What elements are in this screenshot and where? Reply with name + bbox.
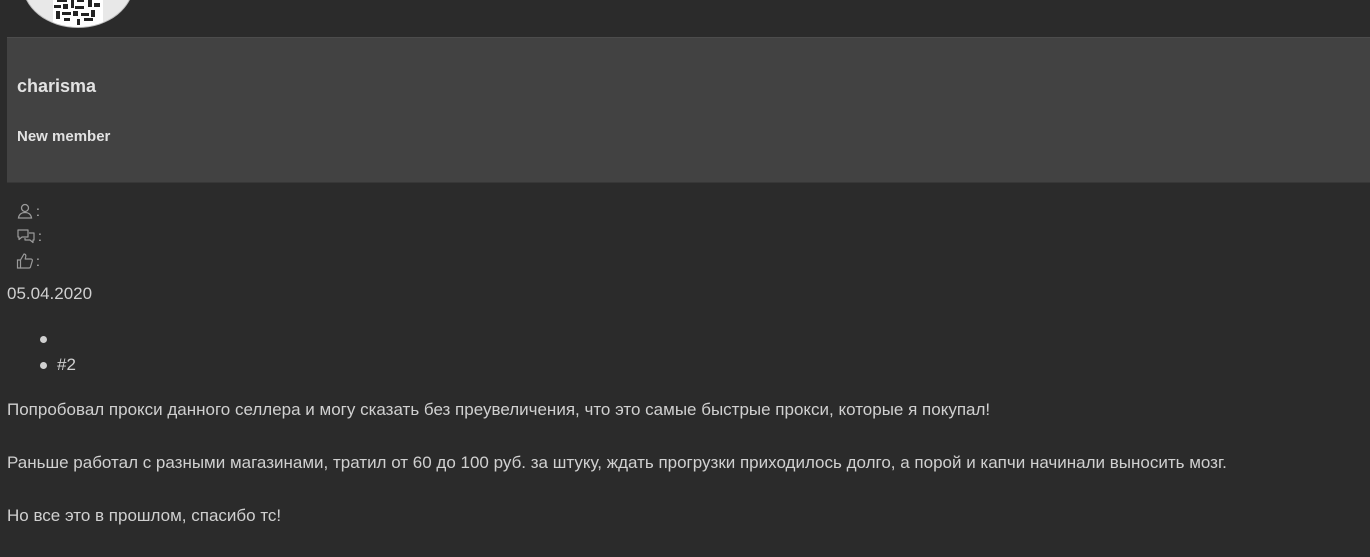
post-actions: #2 xyxy=(36,326,76,378)
post-permalink[interactable]: #2 xyxy=(36,352,76,378)
username[interactable]: charisma xyxy=(17,76,96,97)
post-action-share[interactable] xyxy=(36,326,76,352)
user-icon xyxy=(17,203,33,219)
stat-row-reactions: : xyxy=(16,248,42,273)
stat-label: : xyxy=(38,227,42,244)
stat-row-registration: : xyxy=(16,198,42,223)
post-body: Попробовал прокси данного селлера и могу… xyxy=(7,398,1362,557)
avatar-pattern xyxy=(53,0,103,27)
user-stats: : : : xyxy=(16,198,42,273)
post-paragraph: Но все это в прошлом, спасибо тс! xyxy=(7,506,282,525)
thumbs-up-icon xyxy=(16,252,33,269)
stat-row-messages: : xyxy=(16,223,42,248)
user-title: New member xyxy=(17,128,111,145)
stat-label: : xyxy=(36,252,40,269)
stat-label: : xyxy=(36,202,40,219)
post-paragraph: Раньше работал с разными магазинами, тра… xyxy=(7,453,1227,472)
messages-icon xyxy=(17,228,35,243)
avatar[interactable] xyxy=(22,0,134,28)
post-paragraph: Попробовал прокси данного селлера и могу… xyxy=(7,400,991,419)
user-card: charisma New member xyxy=(7,37,1370,183)
post-date[interactable]: 05.04.2020 xyxy=(7,284,92,304)
